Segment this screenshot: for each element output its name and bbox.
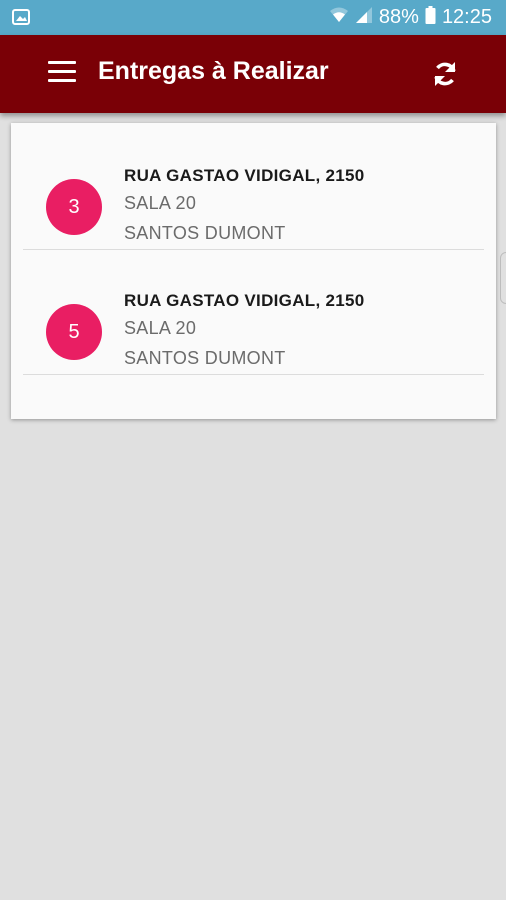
delivery-complement: SALA 20 — [124, 318, 197, 338]
edge-drawer-handle[interactable] — [500, 252, 506, 304]
delivery-address: RUA GASTAO VIDIGAL, 2150 — [124, 291, 365, 310]
deliveries-card: 3 RUA GASTAO VIDIGAL, 2150 SALA 20 SANTO… — [11, 123, 496, 419]
divider — [23, 374, 484, 375]
app-bar: Entregas à Realizar — [0, 35, 506, 113]
status-indicators: 88% 12:25 — [329, 0, 492, 35]
menu-icon[interactable] — [48, 61, 76, 85]
clock: 12:25 — [441, 6, 492, 28]
refresh-icon[interactable] — [430, 59, 460, 89]
delivery-number-badge: 3 — [46, 179, 102, 235]
delivery-item[interactable]: 5 RUA GASTAO VIDIGAL, 2150 SALA 20 SANTO… — [11, 248, 496, 375]
status-bar: 88% 12:25 — [0, 0, 506, 35]
delivery-complement: SALA 20 — [124, 193, 197, 213]
wifi-icon — [329, 6, 349, 30]
delivery-item[interactable]: 3 RUA GASTAO VIDIGAL, 2150 SALA 20 SANTO… — [11, 123, 496, 250]
delivery-district: SANTOS DUMONT — [124, 223, 286, 243]
page-title: Entregas à Realizar — [98, 57, 329, 85]
delivery-district: SANTOS DUMONT — [124, 348, 286, 368]
signal-icon — [355, 6, 373, 30]
gallery-icon — [12, 9, 30, 30]
delivery-number-badge: 5 — [46, 304, 102, 360]
delivery-address: RUA GASTAO VIDIGAL, 2150 — [124, 166, 365, 185]
battery-percent: 88% — [378, 6, 419, 28]
battery-icon — [425, 5, 436, 30]
